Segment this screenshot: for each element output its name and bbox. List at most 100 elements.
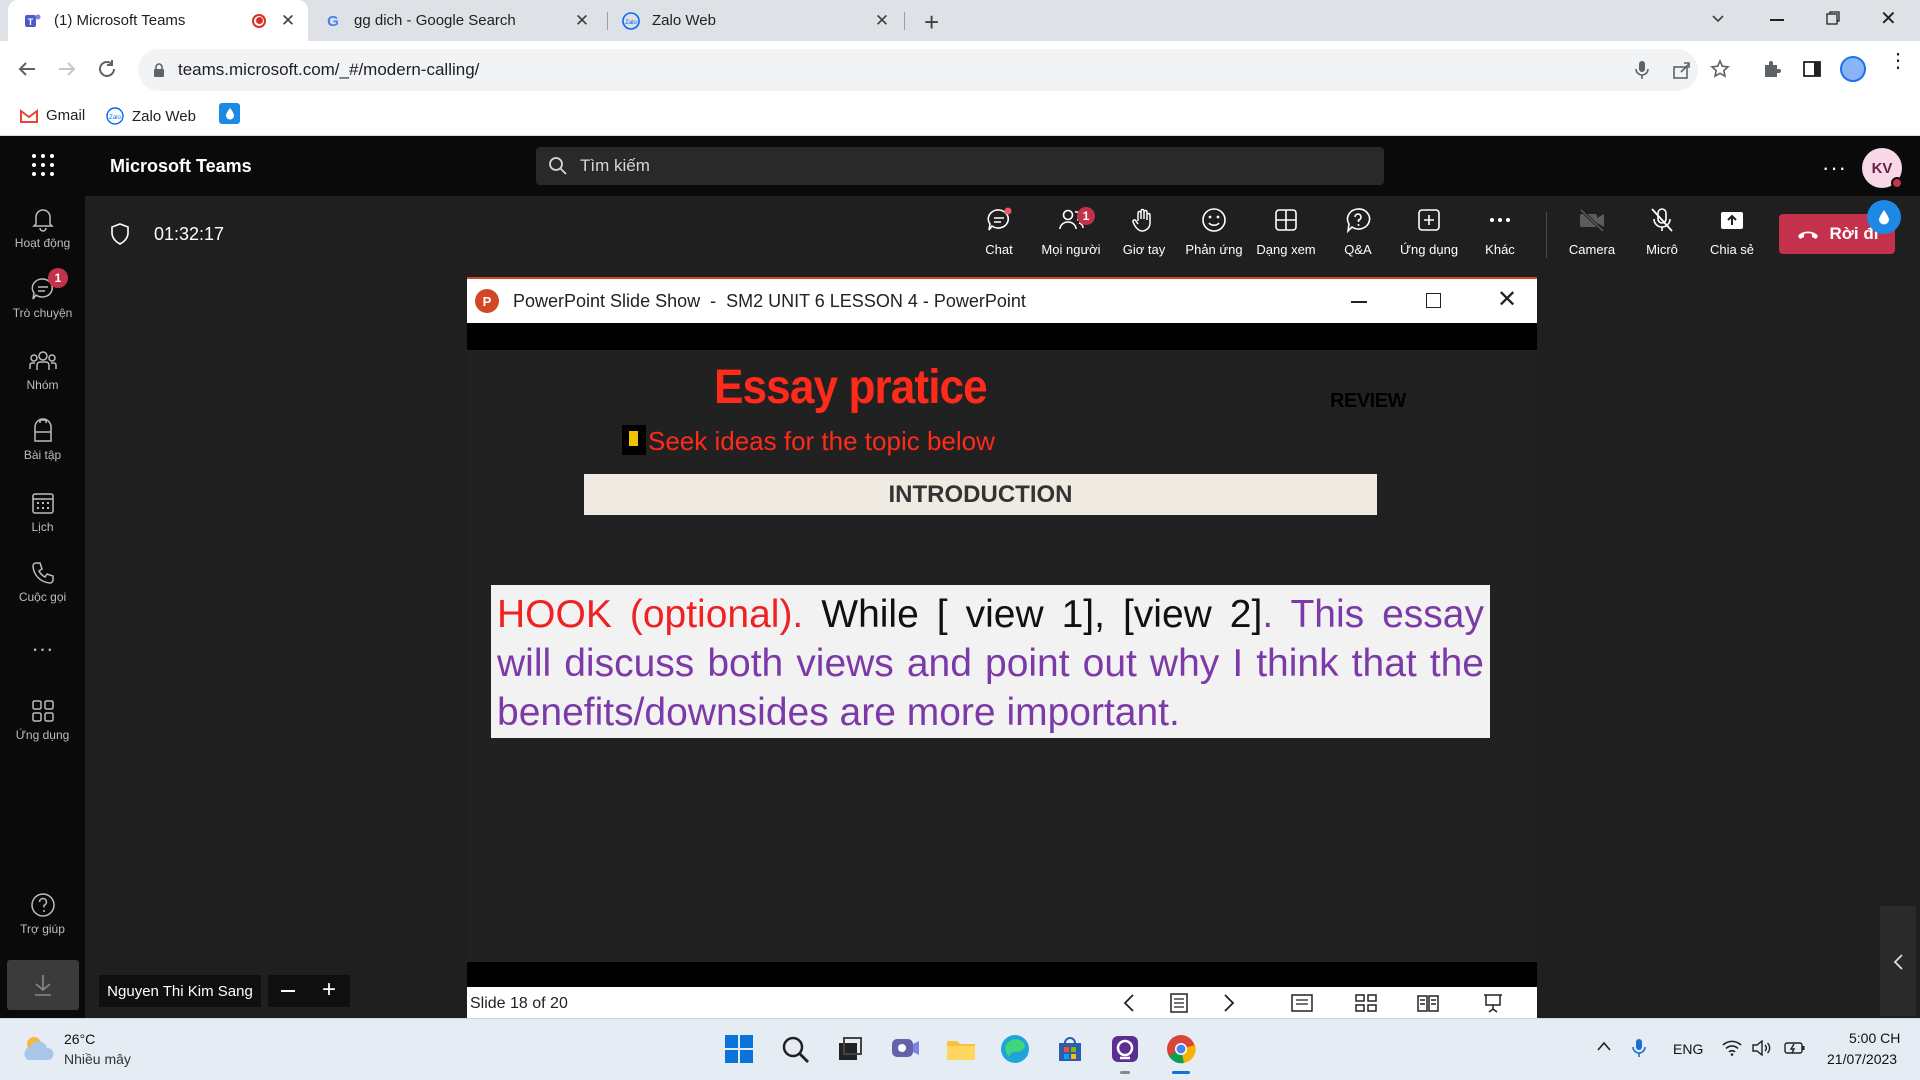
camera-button[interactable]: Camera: [1557, 206, 1627, 257]
bookmark-gmail[interactable]: Gmail: [20, 107, 85, 124]
maximize-icon[interactable]: [1426, 293, 1441, 308]
reactions-button[interactable]: Phản ứng: [1179, 206, 1249, 257]
chrome-browser-icon[interactable]: [1164, 1032, 1198, 1066]
layout-icon: [1275, 209, 1297, 231]
extensions-icon[interactable]: [1762, 59, 1782, 79]
zoom-out-button[interactable]: [281, 990, 295, 992]
more-icon: [1490, 218, 1510, 222]
browser-tab-strip: T (1) Microsoft Teams ✕ G gg dich - Goog…: [0, 0, 1920, 41]
chat-button[interactable]: Chat: [964, 206, 1034, 257]
people-button[interactable]: Mọi người 1: [1036, 206, 1106, 257]
slideshow-icon[interactable]: [1483, 993, 1503, 1013]
hook-text: HOOK (optional).: [497, 593, 804, 636]
rail-more-apps-icon[interactable]: ···: [0, 636, 85, 662]
download-app-button[interactable]: [7, 960, 79, 1010]
minimize-icon[interactable]: [1351, 301, 1367, 303]
chrome-menu-icon[interactable]: ⋮: [1888, 51, 1908, 71]
back-icon[interactable]: [16, 58, 38, 80]
wifi-icon[interactable]: [1722, 1040, 1742, 1056]
battery-icon[interactable]: [1784, 1040, 1806, 1056]
close-icon[interactable]: ✕: [1497, 285, 1517, 314]
tab-google-search[interactable]: G gg dich - Google Search ✕: [312, 0, 602, 41]
previous-slide-icon[interactable]: [1122, 993, 1136, 1013]
forward-icon[interactable]: [56, 58, 78, 80]
zoom-controls: +: [268, 975, 350, 1007]
voice-search-icon[interactable]: [1634, 60, 1650, 80]
rail-label: Cuộc gọi: [18, 590, 67, 604]
tab-search-icon[interactable]: [1710, 10, 1726, 26]
normal-view-icon[interactable]: [1291, 993, 1313, 1013]
view-button[interactable]: Dạng xem: [1251, 206, 1321, 257]
settings-more-icon[interactable]: ···: [1822, 155, 1847, 181]
microphone-tray-icon[interactable]: [1632, 1038, 1646, 1058]
restore-window-icon[interactable]: [1826, 11, 1840, 25]
teams-chat-taskbar-icon[interactable]: [888, 1032, 922, 1066]
edge-browser-icon[interactable]: [998, 1032, 1032, 1066]
rail-item-help[interactable]: Trợ giúp: [0, 892, 85, 936]
camera-off-icon: [1579, 208, 1605, 233]
reading-view-icon[interactable]: [1417, 993, 1439, 1013]
share-button[interactable]: Chia sẻ: [1697, 206, 1767, 257]
share-icon: [1721, 212, 1743, 229]
apps-button[interactable]: Ứng dụng: [1394, 206, 1464, 257]
clock-date[interactable]: 21/07/2023: [1827, 1051, 1897, 1067]
bookmark-zalo-web[interactable]: Zalo Zalo Web: [106, 107, 196, 125]
avatar[interactable]: KV: [1862, 148, 1903, 189]
close-tab-icon[interactable]: ✕: [572, 11, 592, 31]
close-tab-icon[interactable]: ✕: [872, 11, 892, 31]
raise-hand-button[interactable]: Giơ tay: [1109, 206, 1179, 257]
close-window-icon[interactable]: ✕: [1880, 6, 1897, 31]
qa-button[interactable]: Q&A: [1323, 206, 1393, 257]
photo-app-icon[interactable]: [1108, 1032, 1142, 1066]
app-title: Microsoft Teams: [110, 156, 252, 176]
rail-item-assignments[interactable]: Bài tập: [0, 418, 85, 462]
reload-icon[interactable]: [96, 58, 118, 80]
slide-letterbox-bottom: [467, 962, 1537, 987]
rail-item-teams[interactable]: Nhóm: [0, 348, 85, 392]
minimize-window-icon[interactable]: [1770, 19, 1784, 21]
water-drop-extension-icon[interactable]: [1867, 200, 1901, 234]
close-tab-icon[interactable]: ✕: [278, 11, 298, 31]
weather-icon[interactable]: [20, 1034, 56, 1064]
slide-sorter-icon[interactable]: [1355, 993, 1377, 1013]
show-hidden-icons[interactable]: [1596, 1040, 1612, 1052]
microsoft-store-icon[interactable]: [1053, 1032, 1087, 1066]
water-drop-icon[interactable]: [219, 103, 240, 124]
slide-notes-icon[interactable]: [1169, 992, 1189, 1014]
shield-icon[interactable]: [110, 223, 130, 245]
bookmark-star-icon[interactable]: [1710, 59, 1730, 79]
avatar-initials: KV: [1871, 159, 1893, 177]
qa-icon: [1346, 208, 1371, 234]
new-tab-icon[interactable]: +: [924, 7, 939, 38]
search-input[interactable]: Tìm kiếm: [536, 147, 1384, 185]
more-actions-button[interactable]: Khác: [1465, 206, 1535, 257]
profile-avatar-icon[interactable]: [1840, 56, 1866, 82]
zoom-in-button[interactable]: +: [322, 976, 336, 1004]
rail-item-chat[interactable]: Trò chuyện 1: [0, 268, 85, 320]
share-page-icon[interactable]: [1672, 60, 1692, 80]
next-slide-icon[interactable]: [1222, 993, 1236, 1013]
rail-item-calendar[interactable]: Lịch: [0, 490, 85, 534]
file-explorer-icon[interactable]: [944, 1032, 978, 1066]
tab-microsoft-teams[interactable]: T (1) Microsoft Teams ✕: [8, 0, 308, 41]
address-bar[interactable]: teams.microsoft.com/_#/modern-calling/: [138, 49, 1730, 91]
help-icon: [30, 893, 55, 917]
side-panel-icon[interactable]: [1802, 59, 1822, 79]
app-launcher-icon[interactable]: [31, 153, 55, 177]
rail-item-apps[interactable]: Ứng dụng: [0, 698, 85, 742]
input-language[interactable]: ENG: [1673, 1041, 1703, 1057]
task-view-icon[interactable]: [832, 1032, 866, 1066]
collapse-panel-button[interactable]: [1880, 906, 1916, 1016]
clock-time[interactable]: 5:00 CH: [1849, 1030, 1900, 1046]
search-taskbar-icon[interactable]: [778, 1032, 812, 1066]
volume-icon[interactable]: [1752, 1040, 1772, 1056]
views-text: While [ view 1], [view 2]: [803, 593, 1263, 636]
rail-item-calls[interactable]: Cuộc gọi: [0, 560, 85, 604]
mic-button[interactable]: Micrô: [1627, 206, 1697, 257]
lock-icon[interactable]: [152, 62, 166, 78]
rail-label: Trò chuyện: [12, 306, 73, 320]
rail-item-activity[interactable]: Hoạt động: [0, 206, 85, 250]
start-windows-icon[interactable]: [722, 1032, 756, 1066]
control-label: Dạng xem: [1256, 242, 1316, 257]
tab-zalo-web[interactable]: Zalo Zalo Web ✕: [606, 0, 902, 41]
